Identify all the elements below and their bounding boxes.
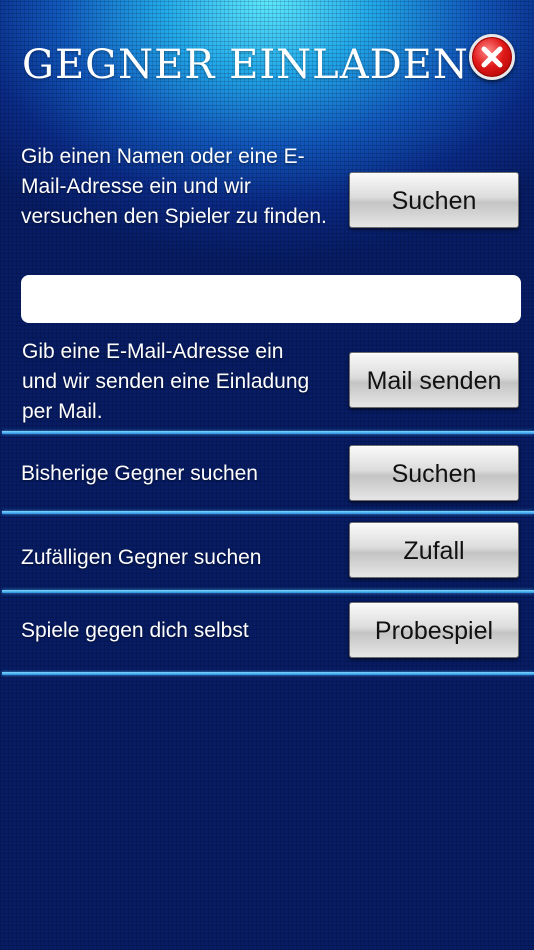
- page-title: GEGNER EINLADEN: [22, 42, 469, 88]
- random-button[interactable]: Zufall: [349, 522, 519, 578]
- close-button[interactable]: [469, 34, 515, 80]
- divider: [2, 431, 534, 434]
- send-mail-button[interactable]: Mail senden: [349, 352, 519, 408]
- practice-button[interactable]: Probespiel: [349, 602, 519, 658]
- close-icon: [481, 46, 503, 68]
- previous-opponents-label: Bisherige Gegner suchen: [21, 462, 258, 485]
- search-input[interactable]: [21, 275, 521, 323]
- divider: [2, 511, 534, 514]
- search-button[interactable]: Suchen: [349, 172, 519, 228]
- search-description: Gib einen Namen oder eine E-Mail-Adresse…: [21, 145, 327, 228]
- practice-label: Spiele gegen dich selbst: [21, 619, 249, 642]
- search-previous-button[interactable]: Suchen: [349, 445, 519, 501]
- divider: [2, 672, 534, 675]
- mail-description: Gib eine E-Mail-Adresse ein und wir send…: [22, 340, 310, 423]
- random-opponent-label: Zufälligen Gegner suchen: [21, 546, 262, 569]
- divider: [2, 590, 534, 593]
